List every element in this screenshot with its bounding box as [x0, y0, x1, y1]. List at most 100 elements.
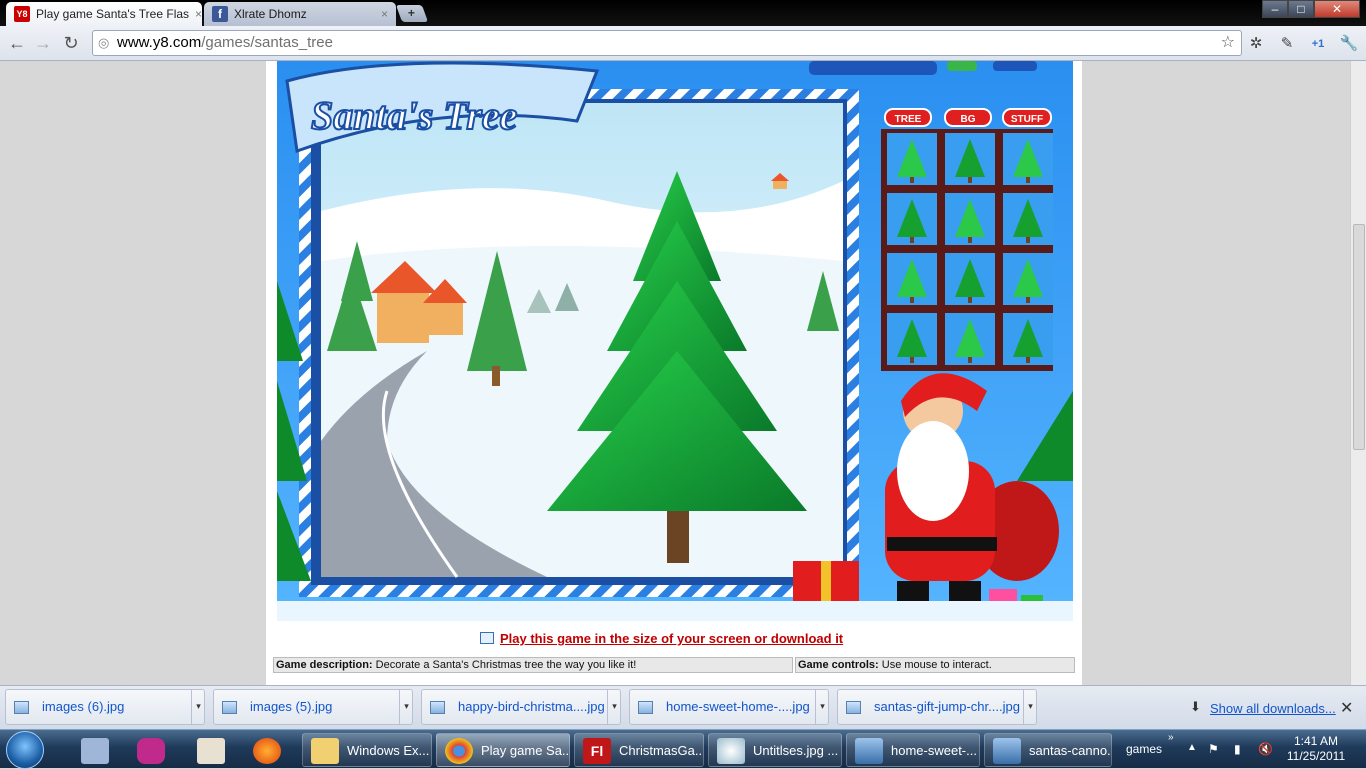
- paint-icon: [717, 738, 745, 764]
- minimize-button[interactable]: –: [1262, 0, 1288, 18]
- santa-claus: [885, 373, 1059, 611]
- chevron-icon[interactable]: »: [1168, 732, 1174, 743]
- google-plus-one-icon[interactable]: +1: [1308, 34, 1328, 54]
- taskbar-chrome[interactable]: Play game Sa...: [436, 733, 570, 767]
- taskbar-windows-explorer[interactable]: Windows Ex...: [302, 733, 432, 767]
- game-controls: Game controls: Use mouse to interact.: [795, 657, 1075, 673]
- game-scene: Santa's Tree TREE BG STUFF: [277, 61, 1073, 621]
- taskbar-paint[interactable]: Untitlses.jpg ...: [708, 733, 842, 767]
- download-item[interactable]: santas-gift-jump-chr....jpg ▾: [837, 689, 1037, 725]
- url-path: /games/santas_tree: [201, 34, 333, 51]
- folder-icon: [311, 738, 339, 764]
- download-item[interactable]: happy-bird-christma....jpg ▾: [421, 689, 621, 725]
- start-button[interactable]: [6, 731, 44, 769]
- tree-option-tile[interactable]: [887, 193, 937, 245]
- page-scrollbar[interactable]: [1350, 61, 1366, 685]
- tree-option-tile[interactable]: [945, 193, 995, 245]
- music-button[interactable]: [993, 61, 1037, 71]
- app-icon: [137, 738, 165, 764]
- tree-option-tile[interactable]: [887, 253, 937, 305]
- tray-expand-icon[interactable]: ▲: [1187, 742, 1197, 753]
- new-tab-button[interactable]: +: [395, 5, 429, 22]
- image-file-icon: [430, 701, 445, 714]
- download-arrow-icon: ⬇: [1190, 699, 1201, 714]
- reload-icon[interactable]: ↻: [60, 32, 82, 54]
- y8-favicon-icon: Y8: [14, 6, 30, 22]
- dropdown-arrow-icon[interactable]: ▾: [607, 689, 621, 725]
- tree-option-tile[interactable]: [1003, 193, 1053, 245]
- game-canvas[interactable]: Santa's Tree TREE BG STUFF: [277, 61, 1073, 621]
- system-clock[interactable]: 1:41 AM 11/25/2011: [1286, 734, 1346, 764]
- taskbar-image-viewer-2[interactable]: santas-canno...: [984, 733, 1112, 767]
- pinned-app[interactable]: [66, 733, 122, 767]
- close-downloads-icon[interactable]: ✕: [1340, 698, 1353, 718]
- bookmark-star-icon[interactable]: ☆: [1221, 31, 1235, 55]
- play-fullscreen-link[interactable]: Play this game in the size of your scree…: [480, 631, 843, 646]
- maximize-button[interactable]: □: [1288, 0, 1314, 18]
- battery-icon[interactable]: ▮: [1234, 742, 1241, 756]
- back-arrow-icon[interactable]: ←: [6, 32, 28, 54]
- dropdown-arrow-icon[interactable]: ▾: [399, 689, 413, 725]
- tab-title: Xlrate Dhomz: [234, 7, 307, 21]
- app-icon: [81, 738, 109, 764]
- taskbar-flash[interactable]: Fl ChristmasGa...: [574, 733, 704, 767]
- photo-icon: [993, 738, 1021, 764]
- tree-option-tile[interactable]: [887, 133, 937, 185]
- firefox-icon: [253, 738, 281, 764]
- tree-option-tile[interactable]: [945, 253, 995, 305]
- tree-option-tile[interactable]: [945, 313, 995, 365]
- chrome-icon: [445, 738, 473, 764]
- pinned-app[interactable]: [124, 733, 180, 767]
- tab-close-icon[interactable]: ×: [381, 7, 388, 21]
- download-item[interactable]: images (6).jpg ▾: [5, 689, 205, 725]
- forward-arrow-icon[interactable]: →: [32, 32, 54, 54]
- app-icon: [197, 738, 225, 764]
- show-all-downloads-link[interactable]: Show all downloads...: [1210, 701, 1336, 716]
- image-file-icon: [14, 701, 29, 714]
- tab-xlrate-dhomz[interactable]: f Xlrate Dhomz ×: [204, 2, 396, 26]
- tree-category-label: TREE: [895, 114, 922, 125]
- game-title: Santa's Tree: [311, 93, 517, 138]
- dropdown-arrow-icon[interactable]: ▾: [1023, 689, 1037, 725]
- title-bar: Y8 Play game Santa's Tree Flas × f Xlrat…: [0, 0, 1366, 26]
- browser-toolbar: ← → ↻ ◎ www.y8.com/games/santas_tree ☆ ✲…: [0, 26, 1366, 61]
- action-center-flag-icon[interactable]: ⚑: [1208, 742, 1219, 756]
- tree-option-tile[interactable]: [945, 133, 995, 185]
- bg-category-label: BG: [961, 114, 976, 125]
- tree-option-tile[interactable]: [1003, 133, 1053, 185]
- extension-pen-icon[interactable]: ✎: [1277, 34, 1297, 54]
- tree-option-tile[interactable]: [887, 313, 937, 365]
- url-host: www.y8.com: [117, 34, 202, 51]
- image-file-icon: [846, 701, 861, 714]
- address-bar[interactable]: ◎ www.y8.com/games/santas_tree ☆: [92, 30, 1242, 56]
- fullscreen-icon: [480, 632, 494, 644]
- firefox-pinned[interactable]: [240, 733, 296, 767]
- extension-bug-icon[interactable]: ✲: [1246, 34, 1266, 54]
- page-viewport: Santa's Tree TREE BG STUFF Play this gam…: [0, 61, 1350, 685]
- download-item[interactable]: home-sweet-home-....jpg ▾: [629, 689, 829, 725]
- dropdown-arrow-icon[interactable]: ▾: [191, 689, 205, 725]
- tab-santas-tree[interactable]: Y8 Play game Santa's Tree Flas ×: [6, 2, 202, 26]
- close-window-button[interactable]: ✕: [1314, 0, 1360, 18]
- snow-ground: [277, 601, 1073, 621]
- pinned-app[interactable]: [182, 733, 238, 767]
- dropdown-arrow-icon[interactable]: ▾: [815, 689, 829, 725]
- taskbar-image-viewer[interactable]: home-sweet-...: [846, 733, 980, 767]
- wrench-icon[interactable]: 🔧: [1339, 34, 1359, 54]
- game-description: Game description: Decorate a Santa's Chr…: [273, 657, 793, 673]
- games2girls-button[interactable]: [809, 61, 937, 75]
- image-file-icon: [638, 701, 653, 714]
- flash-icon: Fl: [583, 738, 611, 764]
- category-buttons: TREE BG STUFF: [884, 108, 1052, 127]
- volume-muted-icon[interactable]: 🔇: [1258, 742, 1273, 756]
- scrollbar-thumb[interactable]: [1353, 224, 1365, 450]
- tree-option-tile[interactable]: [1003, 253, 1053, 305]
- games-toolbar-label[interactable]: games: [1126, 742, 1162, 756]
- tab-close-icon[interactable]: ×: [195, 7, 202, 21]
- help-button[interactable]: [947, 61, 977, 71]
- download-item[interactable]: images (5).jpg ▾: [213, 689, 413, 725]
- stuff-category-label: STUFF: [1011, 114, 1043, 125]
- tree-option-tile[interactable]: [1003, 313, 1053, 365]
- photo-icon: [855, 738, 883, 764]
- game-top-buttons: [809, 61, 1037, 75]
